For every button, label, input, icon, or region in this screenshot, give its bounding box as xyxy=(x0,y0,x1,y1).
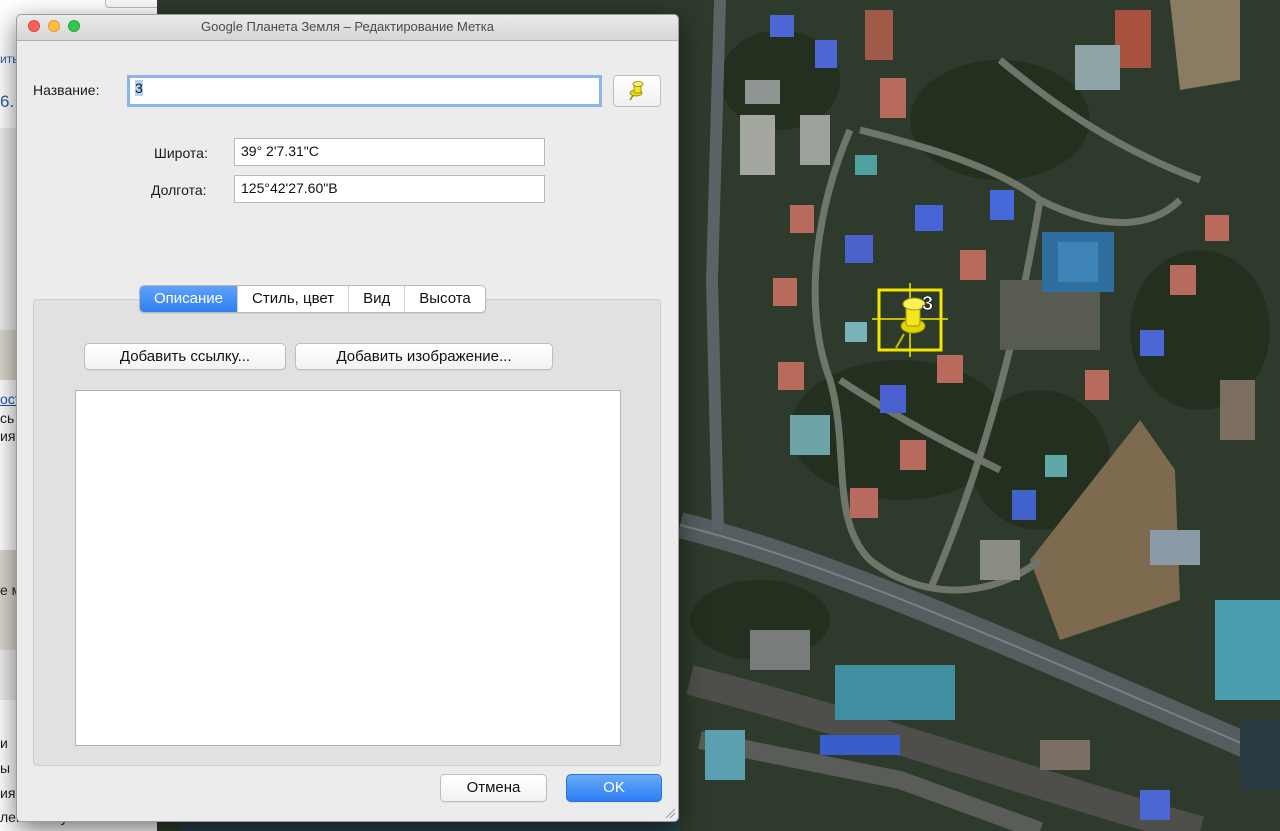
tab-description[interactable]: Описание xyxy=(140,286,238,312)
longitude-value: 125°42'27.60"В xyxy=(241,180,338,196)
latitude-label: Широта: xyxy=(154,145,208,161)
name-label: Название: xyxy=(33,82,100,98)
edit-placemark-dialog: Google Планета Земля – Редактирование Ме… xyxy=(16,14,679,822)
cancel-button[interactable]: Отмена xyxy=(440,774,547,802)
add-link-button[interactable]: Добавить ссылку... xyxy=(84,343,286,370)
sidebar-list-item[interactable]: и xyxy=(0,735,8,751)
window-title: Google Планета Земля – Редактирование Ме… xyxy=(201,19,494,34)
latitude-input[interactable]: 39° 2'7.31"С xyxy=(234,138,545,166)
sidebar-fragment-4: ия xyxy=(0,428,16,444)
tab-altitude[interactable]: Высота xyxy=(404,286,485,312)
description-textarea[interactable] xyxy=(75,390,621,746)
name-input-value: 3 xyxy=(135,80,143,96)
resize-grip-icon[interactable] xyxy=(664,807,676,819)
sidebar-list-item[interactable]: ия xyxy=(0,785,15,801)
tab-bar: Описание Стиль, цвет Вид Высота xyxy=(139,285,486,313)
placemark-map-label: 3 xyxy=(922,293,933,315)
dialog-titlebar[interactable]: Google Планета Земля – Редактирование Ме… xyxy=(17,15,678,41)
sidebar-list-item[interactable]: ы xyxy=(0,760,10,776)
tab-style-color[interactable]: Стиль, цвет xyxy=(237,286,348,312)
name-input[interactable]: 3 xyxy=(127,75,602,107)
sidebar-fragment-3: сь xyxy=(0,410,15,426)
yellow-pushpin-icon xyxy=(629,81,644,101)
ok-button[interactable]: OK xyxy=(566,774,662,802)
sidebar-top-button[interactable] xyxy=(105,0,157,8)
tab-view[interactable]: Вид xyxy=(348,286,404,312)
bare-ground-2 xyxy=(1170,0,1240,90)
add-image-button[interactable]: Добавить изображение... xyxy=(295,343,553,370)
longitude-input[interactable]: 125°42'27.60"В xyxy=(234,175,545,203)
longitude-label: Долгота: xyxy=(151,182,207,198)
latitude-value: 39° 2'7.31"С xyxy=(241,143,319,159)
sidebar-fragment-2: 6. xyxy=(0,92,15,111)
placemark-icon-button[interactable] xyxy=(613,75,661,107)
